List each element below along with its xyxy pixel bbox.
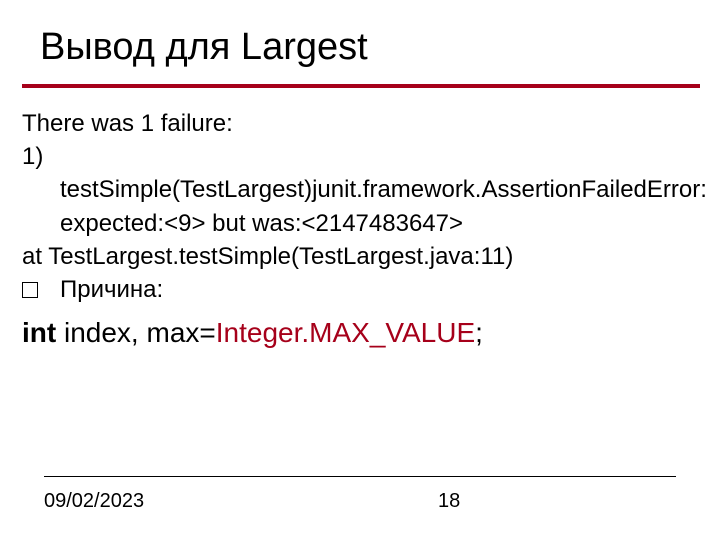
slide-body: There was 1 failure: 1) testSimple(TestL… <box>22 108 702 352</box>
code-line: int index, max=Integer.MAX_VALUE; <box>22 315 702 351</box>
code-semicolon: ; <box>475 317 483 348</box>
code-constant: Integer.MAX_VALUE <box>216 317 475 348</box>
bullet-square-icon <box>22 282 38 298</box>
footer-date: 09/02/2023 <box>44 490 144 513</box>
reason-label: Причина: <box>60 274 163 305</box>
title-underline <box>22 84 700 88</box>
at-line: at TestLargest.testSimple(TestLargest.ja… <box>22 241 702 272</box>
footer-page-number: 18 <box>438 490 460 513</box>
reason-row: Причина: <box>22 274 702 305</box>
trace-main: testSimple(TestLargest)junit.framework.A… <box>22 174 702 205</box>
slide: Вывод для Largest There was 1 failure: 1… <box>0 0 720 540</box>
slide-title: Вывод для Largest <box>40 26 368 69</box>
expected-line: expected:<9> but was:<2147483647> <box>22 208 702 239</box>
code-keyword: int <box>22 317 56 348</box>
failure-header: There was 1 failure: <box>22 108 702 139</box>
footer-rule <box>44 476 676 477</box>
item-number: 1) <box>22 141 702 172</box>
code-mid: index, max= <box>56 317 216 348</box>
